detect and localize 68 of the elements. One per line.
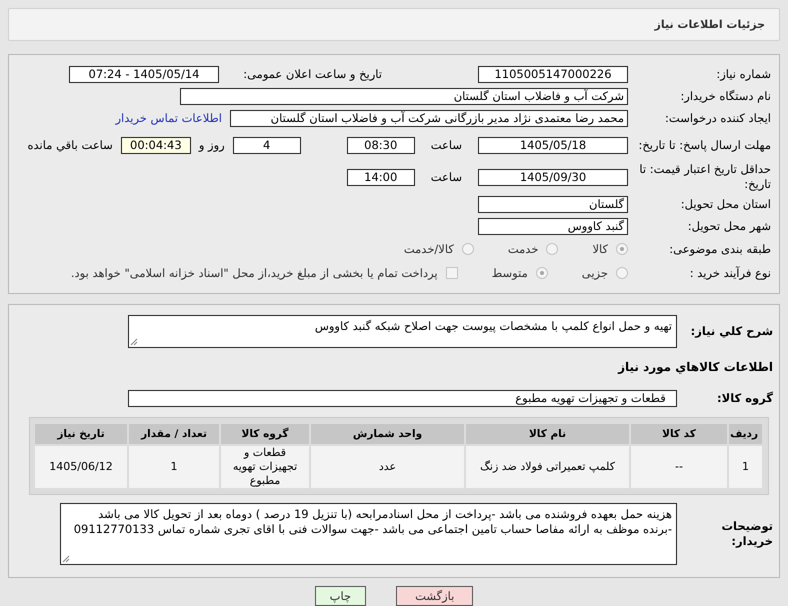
radio-button[interactable] bbox=[616, 243, 628, 255]
table-cell: عدد bbox=[311, 446, 464, 488]
field-label: ایجاد کننده درخواست: bbox=[664, 110, 771, 126]
input-field[interactable]: گلستان bbox=[478, 196, 628, 212]
column-header: واحد شمارش bbox=[311, 424, 464, 444]
input-field[interactable]: شرکت آب و فاضلاب استان گلستان bbox=[180, 88, 628, 104]
input-field[interactable]: 1405/05/14 - 07:24 bbox=[69, 66, 219, 82]
field-label: مهلت ارسال پاسخ: تا تاریخ: bbox=[637, 138, 771, 152]
time-label: ساعت bbox=[430, 170, 462, 184]
table-cell: کلمپ تعمیراتی فولاد ضد زنگ bbox=[466, 446, 629, 488]
notes-text: -برنده موظف به ارائه مفاصا حساب تامین اجتماعی می باشد -جهت سوالات فنی با اقای تجری شماره تماس 09112770133 bbox=[72, 522, 672, 537]
input-field[interactable]: 4 bbox=[232, 136, 301, 154]
table-cell: -- bbox=[631, 446, 727, 488]
field-label: تاریخ و ساعت اعلان عمومی: bbox=[242, 66, 382, 82]
radio-label: متوسط bbox=[492, 266, 528, 280]
input-field[interactable]: 1405/05/18 bbox=[478, 136, 628, 154]
radio-button[interactable] bbox=[546, 243, 558, 255]
field-label: طبقه بندی موضوعی: bbox=[668, 242, 771, 256]
resize-grip-icon bbox=[62, 555, 70, 563]
radio-label: جزیی bbox=[582, 266, 608, 280]
table-cell: 1405/06/12 bbox=[35, 446, 127, 488]
table-cell: 1 bbox=[129, 446, 219, 488]
section-heading: اطلاعات کالاهاي مورد نیاز bbox=[618, 360, 773, 374]
field-label: نام دستگاه خریدار: bbox=[679, 88, 771, 104]
notes-text: هزینه حمل بعهده فروشنده می باشد -پرداخت از محل اسنادمرابحه (با تنزیل 19 درصد ) دوماه بعد از تحویل کالا می باشد bbox=[97, 507, 672, 522]
radio-label: کالا/خدمت bbox=[404, 242, 454, 256]
page-title: جزئیات اطلاعات نیاز bbox=[654, 18, 765, 31]
notes-box[interactable] bbox=[60, 503, 677, 565]
description-box[interactable]: تهیه و حمل انواع کلمپ با مشخصات پیوست جهت اصلاح شبکه گنبد کاووس bbox=[128, 314, 677, 348]
field-label: نوع فرآیند خرید : bbox=[688, 266, 771, 280]
radio-button[interactable] bbox=[616, 267, 628, 279]
back-button[interactable]: بازگشت bbox=[396, 586, 474, 606]
description-text: تهیه و حمل انواع کلمپ با مشخصات پیوست جهت اصلاح شبکه گنبد کاووس bbox=[314, 318, 672, 332]
column-header: ردیف bbox=[729, 424, 762, 444]
table-cell: 1 bbox=[729, 446, 762, 488]
checkbox[interactable] bbox=[446, 267, 458, 279]
field-label: شماره نیاز: bbox=[715, 66, 771, 82]
column-header: کد کالا bbox=[631, 424, 727, 444]
radio-button[interactable] bbox=[536, 267, 548, 279]
field-label: توضیحات خریدار: bbox=[720, 519, 773, 549]
time-label: ساعت bbox=[430, 138, 462, 152]
input-field[interactable]: 1405/09/30 bbox=[478, 168, 628, 186]
radio-button[interactable] bbox=[462, 243, 474, 255]
table-cell: قطعات و تجهیزات تهویه مطبوع bbox=[221, 446, 309, 488]
radio-label: خدمت bbox=[508, 242, 538, 256]
input-field[interactable]: قطعات و تجهیزات تهویه مطبوع bbox=[128, 390, 677, 406]
contact-link[interactable]: اطلاعات تماس خریدار bbox=[115, 111, 222, 125]
input-field[interactable]: گنبد کاووس bbox=[478, 218, 628, 234]
print-button[interactable]: چاپ bbox=[314, 586, 366, 606]
countdown-field: 00:04:43 bbox=[120, 136, 191, 154]
radio-label: کالا bbox=[592, 242, 608, 256]
input-field[interactable]: 08:30 bbox=[346, 136, 415, 154]
field-label: حداقل تاریخ اعتبار قیمت: تا تاریخ: bbox=[638, 162, 771, 192]
input-field[interactable]: محمد رضا معتمدی نژاد مدیر بازرگانی شرکت آب و فاضلاب استان گلستان bbox=[230, 110, 628, 126]
input-field[interactable]: 14:00 bbox=[346, 168, 415, 186]
column-header: گروه کالا bbox=[221, 424, 309, 444]
remaining-label: ساعت باقي مانده bbox=[28, 138, 113, 152]
field-label: شهر محل تحویل: bbox=[686, 218, 771, 234]
checkbox-label: پرداخت تمام یا بخشی از مبلغ خرید،از محل "اسناد خزانه اسلامی" خواهد بود. bbox=[70, 266, 438, 280]
field-label: شرح کلي نیاز: bbox=[690, 324, 773, 338]
resize-grip-icon bbox=[130, 338, 138, 346]
column-header: نام کالا bbox=[466, 424, 629, 444]
days-label: روز و bbox=[198, 138, 225, 152]
field-label: گروه کالا: bbox=[716, 390, 773, 406]
field-label: استان محل تحویل: bbox=[680, 196, 771, 212]
column-header: تاریخ نیاز bbox=[35, 424, 127, 444]
column-header: تعداد / مقدار bbox=[129, 424, 219, 444]
input-field[interactable]: 1105005147000226 bbox=[478, 66, 628, 82]
